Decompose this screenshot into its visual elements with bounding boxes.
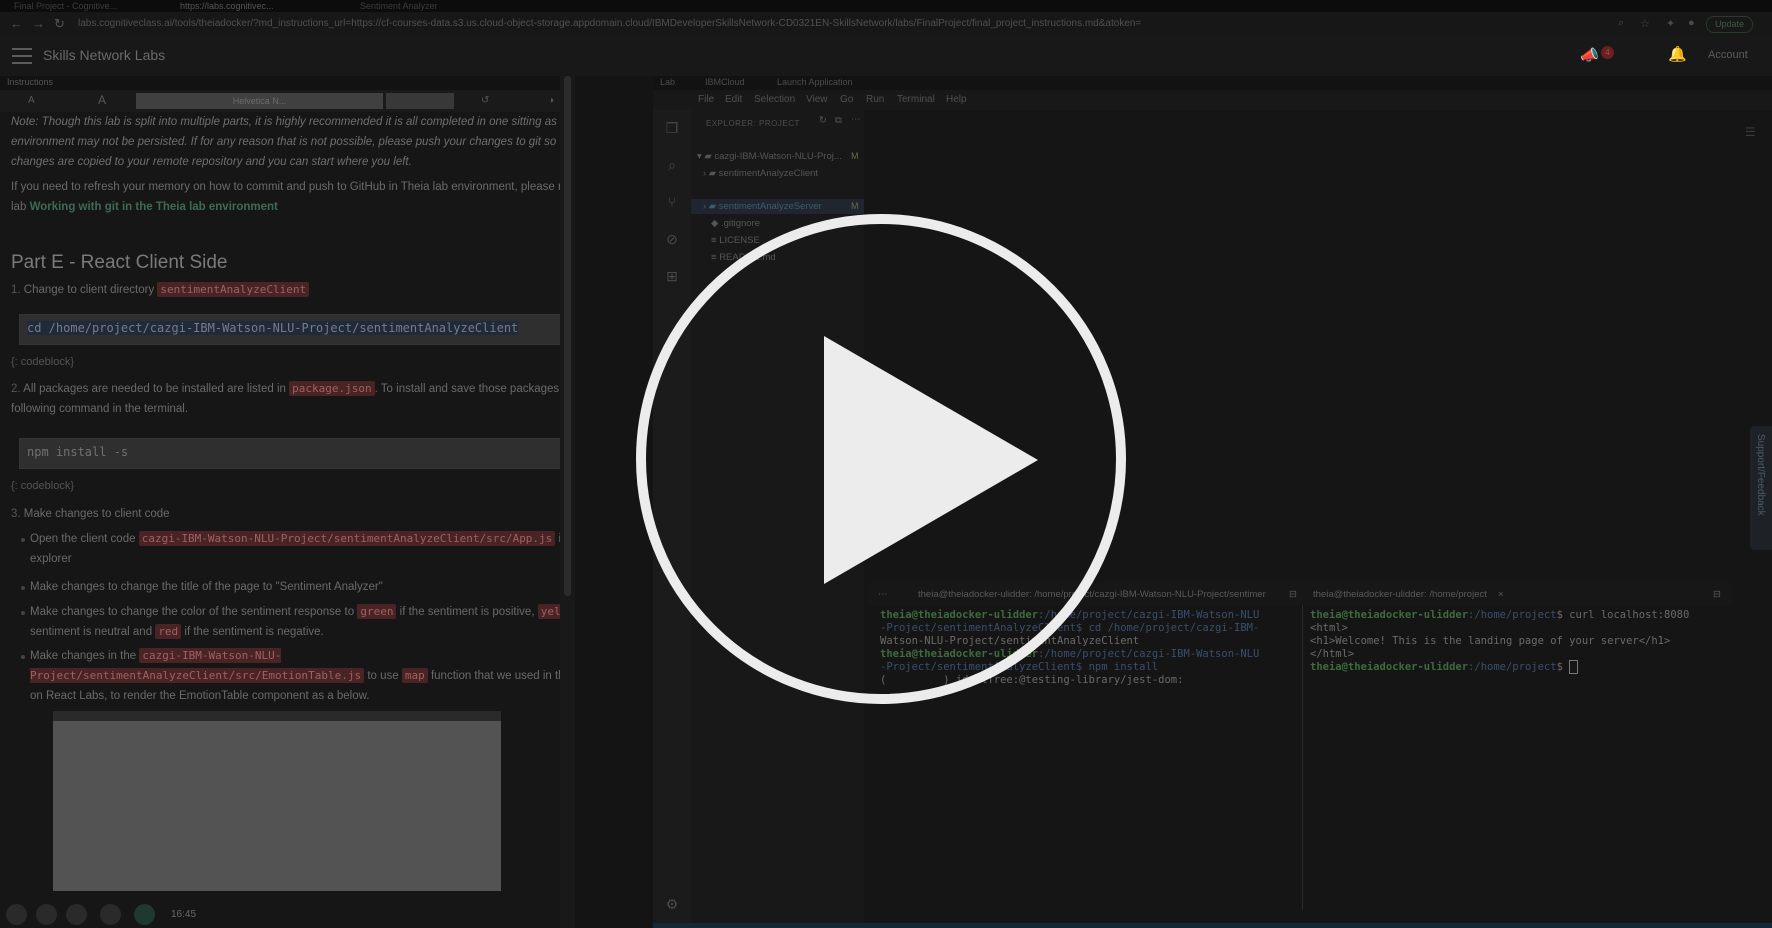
video-controls: 16:45 (0, 901, 560, 928)
hamburger-menu-icon[interactable] (12, 48, 32, 64)
step-1: 1. Change to client directory sentimentA… (11, 280, 575, 300)
controls-toggle-button[interactable] (6, 904, 27, 925)
bullet-icon (20, 580, 28, 590)
account-menu[interactable]: Account (1708, 49, 1748, 61)
menu-edit[interactable]: Edit (725, 94, 742, 105)
support-feedback-tab[interactable]: Support/Feedback (1750, 426, 1772, 550)
bookmark-star-icon[interactable]: ☆ (1640, 17, 1650, 30)
codeblock-label: {: codeblock} (11, 356, 74, 368)
outline-icon[interactable]: ☰ (1745, 125, 1756, 139)
close-terminal-icon[interactable]: × (1498, 589, 1504, 600)
split-terminal-icon[interactable]: ⊟ (1289, 589, 1297, 600)
bullet-change-title: Make changes to change the title of the … (30, 581, 383, 593)
search-icon[interactable]: ⌕ (663, 157, 681, 175)
explorer-title: EXPLORER: PROJECT (706, 119, 800, 128)
files-icon[interactable]: ❐ (663, 120, 681, 138)
menu-selection[interactable]: Selection (754, 94, 795, 105)
font-family-select[interactable]: Helvetica N... (136, 93, 383, 109)
step-3: 3. Make changes to client code (11, 508, 170, 520)
camera-button[interactable] (36, 904, 57, 925)
tree-file-gitignore[interactable]: ◆ .gitignore (711, 218, 760, 229)
pause-button[interactable] (100, 904, 121, 925)
ide-tabbar: Lab IBMCloud Launch Application (653, 76, 1772, 90)
split-terminal-icon[interactable]: ⊟ (1713, 589, 1721, 600)
font-size-field[interactable] (386, 93, 454, 109)
menu-run[interactable]: Run (866, 94, 884, 105)
reset-icon[interactable]: ↺ (481, 95, 489, 106)
refresh-paragraph: If you need to refresh your memory on ho… (11, 181, 575, 213)
emotion-table-screenshot (53, 711, 501, 891)
font-smaller-button[interactable]: A (28, 95, 35, 106)
tab-ibmcloud[interactable]: IBMCloud (705, 77, 745, 87)
codeblock-label: {: codeblock} (11, 480, 74, 492)
font-larger-button[interactable]: A (98, 93, 106, 107)
note-paragraph: Note: Though this lab is split into mult… (11, 116, 575, 168)
instructions-toolbar: A A Helvetica N... ↺ ◑ 🔒 (0, 90, 575, 112)
bullet-emotion-table: Make changes in the cazgi-IBM-Watson-NLU… (30, 648, 575, 702)
modified-indicator: M (851, 201, 859, 211)
terminal-divider[interactable] (1302, 605, 1303, 910)
tab-instructions[interactable]: Instructions (7, 77, 53, 87)
code-block[interactable]: npm install -s (19, 438, 575, 469)
git-lab-link[interactable]: Working with git in the Theia lab enviro… (30, 201, 278, 213)
browser-tab[interactable]: Final Project - Cognitive... (14, 0, 154, 12)
browser-tab-bar: Final Project - Cognitive... https://lab… (0, 0, 1772, 12)
refresh-explorer-icon[interactable]: ↻ (819, 115, 827, 126)
check-button[interactable] (134, 904, 155, 925)
settings-gear-icon[interactable]: ⚙ (663, 896, 681, 914)
extensions-icon[interactable]: ⊞ (663, 268, 681, 286)
tab-launch-application[interactable]: Launch Application (777, 77, 853, 87)
instructions-tabbar: Instructions (0, 76, 575, 90)
instructions-scrollbar[interactable] (560, 76, 575, 928)
modified-indicator: M (851, 151, 859, 161)
instructions-panel: Instructions A A Helvetica N... ↺ ◑ 🔒 No… (0, 76, 575, 928)
menu-go[interactable]: Go (840, 94, 853, 105)
ide-menubar: File Edit Selection View Go Run Terminal… (653, 90, 1772, 110)
play-icon[interactable] (824, 336, 1038, 584)
recording-time: 16:45 (171, 909, 197, 920)
section-heading: Part E - React Client Side (11, 252, 228, 273)
bullet-change-color: Make changes to change the color of the … (30, 602, 575, 642)
contrast-icon[interactable]: ◑ (548, 95, 554, 106)
collapse-all-icon[interactable]: ⧉ (835, 115, 842, 126)
menu-terminal[interactable]: Terminal (897, 94, 935, 105)
profile-icon[interactable]: ● (1688, 17, 1695, 29)
megaphone-icon[interactable]: 📣 (1580, 46, 1599, 64)
mic-button[interactable] (66, 904, 87, 925)
browser-tab[interactable]: Sentiment Analyzer (360, 0, 500, 12)
app-header: Skills Network Labs 📣 4 🔔 Account (0, 36, 1772, 76)
scroll-thumb[interactable] (564, 76, 571, 596)
update-button[interactable]: Update (1706, 16, 1754, 33)
back-icon[interactable]: ← (10, 16, 23, 31)
address-bar: ← → ↻ labs.cognitiveclass.ai/tools/theia… (0, 12, 1772, 36)
reload-icon[interactable]: ↻ (54, 16, 65, 32)
tab-lab[interactable]: Lab (660, 77, 675, 87)
bullet-open-client: Open the client code cazgi-IBM-Watson-NL… (30, 529, 575, 569)
tree-folder-root[interactable]: ▾ ▰ cazgi-IBM-Watson-NLU-Proj... (697, 151, 842, 162)
status-bar (653, 923, 1772, 928)
extensions-icon[interactable]: ✦ (1666, 17, 1675, 30)
tree-folder-server[interactable]: › ▰ sentimentAnalyzeServer (703, 201, 822, 212)
browser-tab-active[interactable]: https://labs.cognitivec... (180, 0, 320, 12)
menu-file[interactable]: File (698, 94, 714, 105)
notification-badge: 4 (1601, 46, 1614, 59)
step-2: 2. All packages are needed to be install… (11, 381, 575, 415)
debug-icon[interactable]: ⊘ (663, 231, 681, 249)
tree-file-license[interactable]: ≡ LICENSE (711, 235, 760, 246)
source-control-icon[interactable]: ⑂ (663, 194, 681, 212)
zoom-icon[interactable]: ⌕ (1618, 17, 1624, 30)
more-actions-icon[interactable]: ⋯ (851, 114, 861, 125)
url-field[interactable]: labs.cognitiveclass.ai/tools/theiadocker… (78, 17, 1578, 31)
menu-help[interactable]: Help (946, 94, 967, 105)
terminal-tab-2[interactable]: theia@theiadocker-ulidder: /home/project (1313, 589, 1487, 600)
forward-icon[interactable]: → (32, 16, 45, 31)
tree-folder-client[interactable]: › ▰ sentimentAnalyzeClient (703, 168, 818, 179)
menu-view[interactable]: View (806, 94, 828, 105)
bullet-icon (20, 649, 28, 659)
bullet-icon (20, 532, 28, 542)
brand-title: Skills Network Labs (43, 47, 166, 63)
bullet-icon (20, 605, 28, 615)
code-block[interactable]: cd /home/project/cazgi-IBM-Watson-NLU-Pr… (19, 314, 575, 345)
bell-icon[interactable]: 🔔 (1668, 45, 1687, 63)
